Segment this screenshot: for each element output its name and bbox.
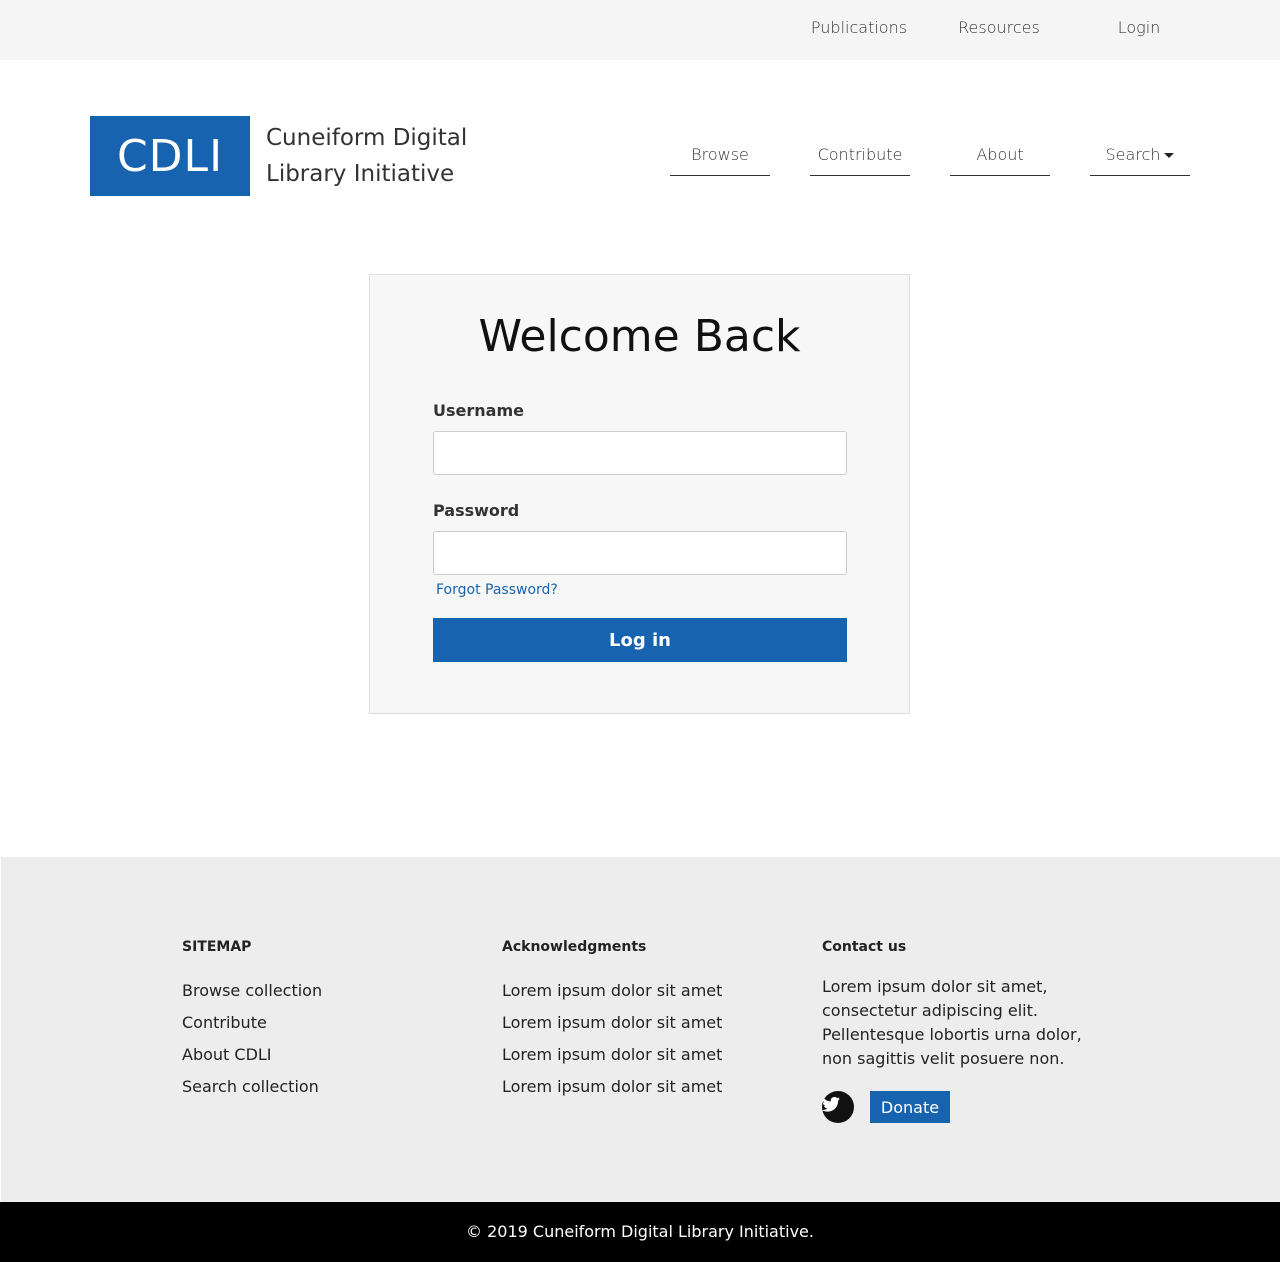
top-bar: Publications Resources Login: [0, 0, 1280, 60]
footer-acknowledgments: Acknowledgments Lorem ipsum dolor sit am…: [502, 939, 802, 1103]
footer-contact: Contact us Lorem ipsum dolor sit amet, c…: [822, 939, 1122, 1139]
twitter-icon[interactable]: [822, 1091, 854, 1123]
sitemap-link[interactable]: Search collection: [182, 1071, 482, 1103]
username-label: Username: [433, 401, 524, 420]
acknowledgment-item: Lorem ipsum dolor sit amet: [502, 1045, 723, 1064]
nav-contribute[interactable]: Contribute: [810, 145, 910, 176]
copyright: © 2019 Cuneiform Digital Library Initiat…: [0, 1202, 1280, 1262]
password-label: Password: [433, 501, 520, 520]
acknowledgments-heading: Acknowledgments: [502, 939, 647, 955]
login-button[interactable]: Log in: [433, 618, 847, 662]
sitemap-link[interactable]: Browse collection: [182, 975, 482, 1007]
site-title-line1: Cuneiform Digital: [266, 125, 468, 151]
acknowledgment-item: Lorem ipsum dolor sit amet: [502, 1077, 723, 1096]
contact-heading: Contact us: [822, 939, 907, 955]
acknowledgment-item: Lorem ipsum dolor sit amet: [502, 981, 723, 1000]
donate-button[interactable]: Donate: [870, 1091, 950, 1123]
username-input[interactable]: [433, 431, 847, 475]
login-heading: Welcome Back: [478, 311, 801, 362]
nav-search[interactable]: Search: [1090, 145, 1190, 176]
login-card: Welcome Back Username Password Forgot Pa…: [369, 274, 910, 714]
nav-browse[interactable]: Browse: [670, 145, 770, 176]
sitemap-link[interactable]: Contribute: [182, 1007, 482, 1039]
password-input[interactable]: [433, 531, 847, 575]
sitemap-link[interactable]: About CDLI: [182, 1039, 482, 1071]
topnav-resources-link[interactable]: Resources: [929, 18, 1069, 37]
site-title: Cuneiform Digital Library Initiative: [266, 120, 526, 192]
forgot-password-link[interactable]: Forgot Password?: [436, 582, 558, 598]
nav-about[interactable]: About: [950, 145, 1050, 176]
sitemap-heading: SITEMAP: [182, 939, 252, 955]
caret-down-icon: [1164, 153, 1175, 158]
nav-search-label: Search: [1105, 145, 1161, 164]
topnav-publications-link[interactable]: Publications: [789, 18, 929, 37]
footer-sitemap: SITEMAP Browse collection Contribute Abo…: [182, 939, 482, 1103]
site-title-line2: Library Initiative: [266, 161, 455, 187]
footer: SITEMAP Browse collection Contribute Abo…: [1, 857, 1280, 1202]
logo[interactable]: CDLI: [90, 116, 250, 196]
contact-text: Lorem ipsum dolor sit amet, consectetur …: [822, 977, 1082, 1068]
topnav-login-link[interactable]: Login: [1069, 18, 1209, 37]
acknowledgment-item: Lorem ipsum dolor sit amet: [502, 1013, 723, 1032]
